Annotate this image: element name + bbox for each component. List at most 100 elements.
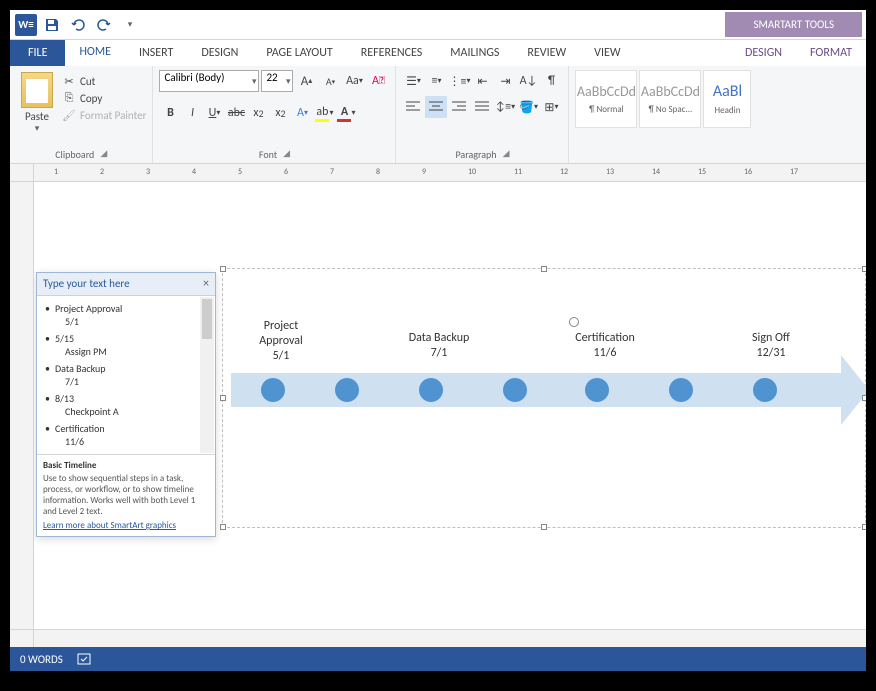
text-pane-item[interactable]: Project Approval5/1 [45,302,207,328]
word-count[interactable]: 0 WORDS [20,653,63,666]
tab-references[interactable]: REFERENCES [347,40,437,66]
horizontal-scrollbar[interactable] [10,629,866,647]
style-heading1[interactable]: AaBl Headin [703,70,751,128]
resize-handle[interactable] [862,524,866,530]
spelling-status-icon[interactable] [77,652,93,666]
smartart-timeline[interactable]: ProjectApproval5/1 Data Backup7/1 Certific… [222,268,866,528]
resize-handle[interactable] [862,395,866,401]
paragraph-dialog-launcher[interactable]: ◢ [503,148,510,161]
change-case-button[interactable]: Aa▾ [343,70,365,92]
tab-design[interactable]: DESIGN [187,40,252,66]
borders-button[interactable]: ⊞▾ [540,96,562,118]
timeline-dot[interactable] [261,378,285,402]
ruler-tick: 4 [192,167,196,177]
font-color-button[interactable]: A▾ [335,102,357,124]
multilevel-button[interactable]: ⋮≡▾ [448,70,470,92]
qat-customize-icon[interactable]: ▾ [118,13,142,37]
shading-button[interactable]: 🪣▾ [517,96,539,118]
align-right-button[interactable] [448,96,470,118]
highlight-button[interactable]: ab▾ [313,102,335,124]
group-clipboard: Paste ▾ ✂Cut ⎘Copy 🖌Format Painter Clipb… [10,66,153,163]
sort-button[interactable]: A↓ [517,70,539,92]
tab-smartart-format[interactable]: FORMAT [796,40,866,66]
timeline-milestone-top[interactable]: Data Backup7/1 [389,331,489,361]
paste-icon[interactable] [21,72,53,108]
resize-handle[interactable] [220,266,226,272]
format-painter-button[interactable]: 🖌Format Painter [62,108,146,122]
timeline-milestone-top[interactable]: Certification11/6 [555,331,655,361]
tab-review[interactable]: REVIEW [513,40,580,66]
font-dialog-launcher[interactable]: ◢ [283,148,290,161]
resize-handle[interactable] [541,524,547,530]
resize-handle[interactable] [220,395,226,401]
timeline-dot[interactable] [753,378,777,402]
copy-button[interactable]: ⎘Copy [62,91,146,105]
text-pane-learn-more-link[interactable]: Learn more about SmartArt graphics [43,520,209,531]
increase-indent-button[interactable]: ⇥ [494,70,516,92]
ruler-tick: 5 [238,167,242,177]
style-no-spacing[interactable]: AaBbCcDd ¶ No Spac... [639,70,701,128]
tab-mailings[interactable]: MAILINGS [436,40,513,66]
text-pane-item[interactable]: Data Backup7/1 [45,362,207,388]
font-size-select[interactable]: 22▾ [261,70,293,92]
align-left-button[interactable] [402,96,424,118]
italic-button[interactable]: I [181,102,203,124]
ruler-tick: 3 [146,167,150,177]
timeline-dot[interactable] [335,378,359,402]
document-surface[interactable]: Type your text here × Project Approval5/… [34,182,866,629]
cut-button[interactable]: ✂Cut [62,74,146,88]
save-button[interactable] [40,13,64,37]
strikethrough-button[interactable]: abc [225,102,247,124]
resize-handle[interactable] [541,266,547,272]
timeline-arrow-body [231,373,841,407]
tab-page-layout[interactable]: PAGE LAYOUT [252,40,346,66]
text-pane-item[interactable]: 5/15Assign PM [45,332,207,358]
format-painter-label: Format Painter [80,109,146,122]
show-marks-button[interactable]: ¶ [540,70,562,92]
timeline-dot[interactable] [419,378,443,402]
timeline-milestone-top[interactable]: ProjectApproval5/1 [231,319,331,364]
text-pane-close-icon[interactable]: × [203,277,209,291]
clear-formatting-button[interactable]: A⃠ [367,70,389,92]
redo-button[interactable] [92,13,116,37]
horizontal-ruler[interactable]: 1234567891011121314151617 [10,164,866,182]
clipboard-dialog-launcher[interactable]: ◢ [100,148,107,161]
timeline-milestone-top[interactable]: Sign Off12/31 [721,331,821,361]
numbering-button[interactable]: ≡▾ [425,70,447,92]
line-spacing-button[interactable]: ↕≡▾ [494,96,516,118]
status-bar: 0 WORDS [10,647,866,671]
tab-insert[interactable]: INSERT [125,40,187,66]
shrink-font-button[interactable]: A▾ [319,70,341,92]
text-pane-item[interactable]: 8/13Checkpoint A [45,392,207,418]
vertical-ruler[interactable] [10,182,34,629]
justify-button[interactable] [471,96,493,118]
align-center-button[interactable] [425,96,447,118]
underline-button[interactable]: U▾ [203,102,225,124]
tab-smartart-design[interactable]: DESIGN [731,40,796,66]
word-app-icon[interactable]: W≡ [14,13,38,37]
text-effects-button[interactable]: A▾ [291,102,313,124]
resize-handle[interactable] [862,266,866,272]
rotate-handle-icon[interactable] [569,317,579,327]
bullets-button[interactable]: ☰▾ [402,70,424,92]
tab-home[interactable]: HOME [65,40,125,66]
decrease-indent-button[interactable]: ⇤ [471,70,493,92]
tab-file[interactable]: FILE [10,40,65,66]
ruler-tick: 8 [376,167,380,177]
tab-view[interactable]: VIEW [580,40,634,66]
style-normal[interactable]: AaBbCcDd ¶ Normal [575,70,637,128]
undo-button[interactable] [66,13,90,37]
timeline-dot[interactable] [585,378,609,402]
superscript-button[interactable]: x2 [269,102,291,124]
text-pane-item[interactable]: Certification11/6 [45,422,207,448]
subscript-button[interactable]: x2 [247,102,269,124]
ruler-tick: 2 [100,167,104,177]
timeline-dot[interactable] [503,378,527,402]
timeline-dot[interactable] [669,378,693,402]
resize-handle[interactable] [220,524,226,530]
paste-button[interactable]: Paste [25,110,49,123]
font-name-select[interactable]: Calibri (Body)▾ [159,70,259,92]
bold-button[interactable]: B [159,102,181,124]
ruler-tick: 11 [514,167,522,177]
grow-font-button[interactable]: A▴ [295,70,317,92]
